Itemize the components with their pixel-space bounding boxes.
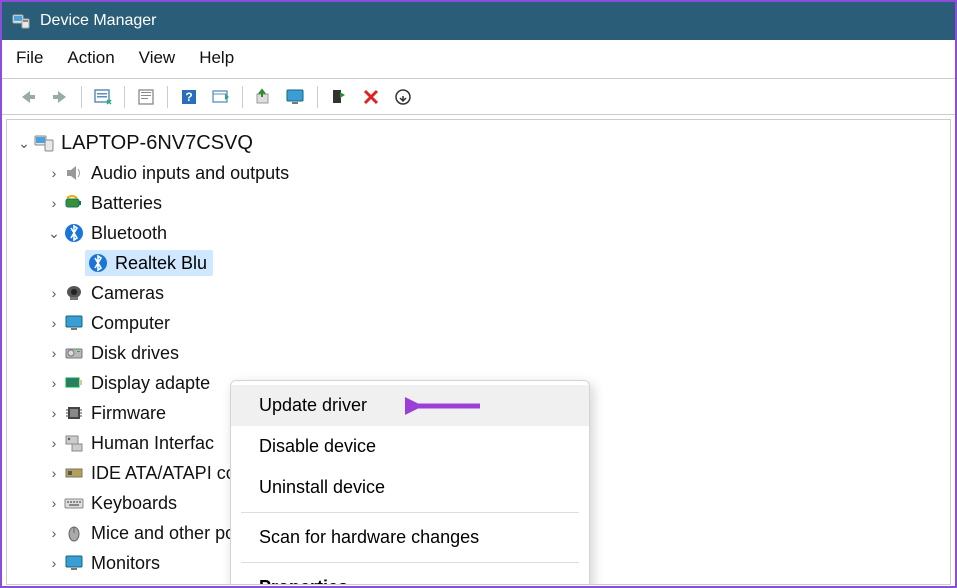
node-label: Realtek Blu: [115, 253, 207, 274]
bluetooth-icon: [87, 252, 109, 274]
bluetooth-icon: [63, 222, 85, 244]
tree-node-bluetooth[interactable]: ⌄ Bluetooth: [15, 218, 942, 248]
toolbar-separator: [317, 86, 318, 108]
node-label: Display adapte: [91, 373, 210, 394]
chevron-down-icon[interactable]: ⌄: [45, 225, 63, 242]
node-label: Keyboards: [91, 493, 177, 514]
app-icon: [12, 12, 30, 30]
show-hidden-button[interactable]: [87, 83, 119, 111]
ctx-disable-device[interactable]: Disable device: [231, 426, 589, 467]
scan-hardware-button[interactable]: [205, 83, 237, 111]
ctx-scan-hardware[interactable]: Scan for hardware changes: [231, 517, 589, 558]
enable-device-button[interactable]: [323, 83, 355, 111]
device-tree[interactable]: ⌄ LAPTOP-6NV7CSVQ › Audio inputs and out…: [6, 119, 951, 585]
chevron-right-icon[interactable]: ›: [45, 315, 63, 331]
monitor-icon: [63, 312, 85, 334]
chevron-right-icon[interactable]: ›: [45, 195, 63, 211]
ide-icon: [63, 462, 85, 484]
toolbar-separator: [124, 86, 125, 108]
node-label: Audio inputs and outputs: [91, 163, 289, 184]
chevron-right-icon[interactable]: ›: [45, 465, 63, 481]
ctx-separator: [241, 562, 579, 563]
tree-root-label: LAPTOP-6NV7CSVQ: [61, 132, 253, 155]
display-adapter-icon: [63, 372, 85, 394]
chevron-right-icon[interactable]: ›: [45, 345, 63, 361]
toolbar-separator: [167, 86, 168, 108]
node-label: Batteries: [91, 193, 162, 214]
chevron-down-icon[interactable]: ⌄: [15, 135, 33, 152]
context-menu: Update driver Disable device Uninstall d…: [230, 380, 590, 585]
chip-icon: [63, 402, 85, 424]
selected-item[interactable]: Realtek Blu: [85, 250, 213, 276]
node-label: Bluetooth: [91, 223, 167, 244]
ctx-uninstall-device[interactable]: Uninstall device: [231, 467, 589, 508]
svg-text:?: ?: [185, 90, 192, 104]
chevron-right-icon[interactable]: ›: [45, 285, 63, 301]
node-label: Cameras: [91, 283, 164, 304]
speaker-icon: [63, 162, 85, 184]
update-driver-button[interactable]: [248, 83, 280, 111]
chevron-right-icon[interactable]: ›: [45, 555, 63, 571]
window-title: Device Manager: [40, 12, 157, 30]
tree-root[interactable]: ⌄ LAPTOP-6NV7CSVQ: [15, 128, 942, 158]
monitor-icon: [63, 552, 85, 574]
node-label: Human Interfac: [91, 433, 214, 454]
menu-file[interactable]: File: [16, 48, 43, 68]
tree-node-computer[interactable]: › Computer: [15, 308, 942, 338]
menu-action[interactable]: Action: [67, 48, 114, 68]
uninstall-device-button[interactable]: [387, 83, 419, 111]
ctx-update-driver[interactable]: Update driver: [231, 385, 589, 426]
chevron-right-icon[interactable]: ›: [45, 405, 63, 421]
computer-icon: [33, 132, 55, 154]
hid-icon: [63, 432, 85, 454]
tree-node-batteries[interactable]: › Batteries: [15, 188, 942, 218]
menu-view[interactable]: View: [139, 48, 176, 68]
chevron-right-icon[interactable]: ›: [45, 525, 63, 541]
disk-icon: [63, 342, 85, 364]
toolbar-separator: [81, 86, 82, 108]
tree-node-audio[interactable]: › Audio inputs and outputs: [15, 158, 942, 188]
ctx-separator: [241, 512, 579, 513]
tree-node-cameras[interactable]: › Cameras: [15, 278, 942, 308]
chevron-right-icon[interactable]: ›: [45, 165, 63, 181]
node-label: Firmware: [91, 403, 166, 424]
mouse-icon: [63, 522, 85, 544]
chevron-right-icon[interactable]: ›: [45, 435, 63, 451]
menu-bar: File Action View Help: [2, 40, 955, 79]
ctx-properties[interactable]: Properties: [231, 567, 589, 585]
chevron-right-icon[interactable]: ›: [45, 375, 63, 391]
node-label: Computer: [91, 313, 170, 334]
node-label: Disk drives: [91, 343, 179, 364]
chevron-right-icon[interactable]: ›: [45, 495, 63, 511]
toolbar-separator: [242, 86, 243, 108]
keyboard-icon: [63, 492, 85, 514]
monitor-button[interactable]: [280, 83, 312, 111]
disable-device-button[interactable]: [355, 83, 387, 111]
battery-icon: [63, 192, 85, 214]
back-button[interactable]: [12, 83, 44, 111]
properties-button[interactable]: [130, 83, 162, 111]
tree-node-realtek-bluetooth[interactable]: Realtek Blu: [15, 248, 942, 278]
forward-button[interactable]: [44, 83, 76, 111]
menu-help[interactable]: Help: [199, 48, 234, 68]
toolbar: ?: [2, 79, 955, 115]
title-bar: Device Manager: [2, 2, 955, 40]
node-label: Monitors: [91, 553, 160, 574]
tree-node-disk-drives[interactable]: › Disk drives: [15, 338, 942, 368]
camera-icon: [63, 282, 85, 304]
help-button[interactable]: ?: [173, 83, 205, 111]
